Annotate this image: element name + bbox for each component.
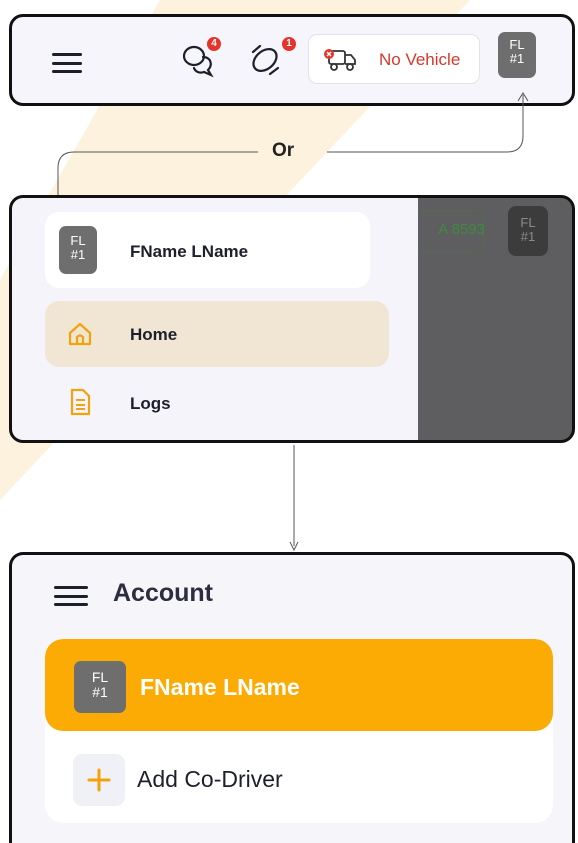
driver-avatar: FL #1 bbox=[74, 661, 126, 713]
avatar-initials: FL bbox=[70, 233, 86, 248]
background-avatar: FL #1 bbox=[508, 206, 548, 256]
chat-badge: 4 bbox=[207, 37, 221, 51]
vehicle-status-label: No Vehicle bbox=[379, 50, 461, 69]
plus-icon bbox=[87, 768, 111, 792]
account-title: Account bbox=[113, 579, 213, 607]
background-avatar-initials: FL bbox=[520, 215, 536, 230]
drawer-profile-card[interactable]: FL #1 FName LName bbox=[45, 212, 370, 288]
home-icon bbox=[68, 322, 92, 346]
satellite-icon bbox=[251, 44, 280, 76]
vehicle-selector[interactable]: No Vehicle bbox=[308, 34, 480, 84]
account-drivers-card: FL #1 FName LName Add Co-Driver bbox=[45, 639, 553, 823]
avatar-number: #1 bbox=[92, 683, 108, 700]
nav-label-home: Home bbox=[130, 325, 178, 344]
top-app-bar: 4 1 No Vehicle FL #1 bbox=[9, 14, 575, 106]
account-menu-icon[interactable] bbox=[54, 586, 88, 606]
current-driver-row[interactable]: FL #1 FName LName bbox=[45, 639, 553, 731]
nav-item-home[interactable]: Home bbox=[45, 301, 389, 367]
side-drawer: FL #1 FName LName Home Logs bbox=[12, 198, 418, 440]
drawer-avatar: FL #1 bbox=[59, 226, 97, 274]
nav-item-logs[interactable]: Logs bbox=[45, 374, 389, 430]
alerts-button[interactable]: 1 bbox=[248, 37, 296, 77]
nav-label-logs: Logs bbox=[130, 394, 171, 413]
menu-icon[interactable] bbox=[52, 53, 82, 73]
profile-avatar-button[interactable]: FL #1 bbox=[498, 32, 536, 78]
logs-icon bbox=[70, 388, 91, 416]
alert-badge: 1 bbox=[282, 37, 296, 51]
avatar-number: #1 bbox=[509, 50, 525, 66]
truck-icon bbox=[324, 49, 356, 71]
account-panel: Account FL #1 FName LName Add Co-Driver bbox=[9, 552, 575, 843]
avatar-initials: FL bbox=[91, 669, 109, 685]
background-vehicle-plate: A 8593 bbox=[416, 210, 485, 252]
drawer-user-name: FName LName bbox=[130, 242, 249, 261]
background-plate-label: A 8593 bbox=[438, 221, 485, 238]
avatar-initials: FL bbox=[509, 37, 525, 52]
chat-button[interactable]: 4 bbox=[180, 37, 221, 78]
driver-name: FName LName bbox=[140, 674, 300, 700]
navigation-drawer-panel: A 8593 FL #1 FL #1 FName LName Home Logs bbox=[9, 195, 575, 443]
or-label: Or bbox=[272, 140, 295, 161]
add-co-driver-label[interactable]: Add Co-Driver bbox=[137, 766, 283, 793]
background-avatar-number: #1 bbox=[520, 229, 536, 245]
avatar-number: #1 bbox=[70, 246, 86, 262]
add-co-driver-plus-button[interactable] bbox=[73, 754, 125, 806]
